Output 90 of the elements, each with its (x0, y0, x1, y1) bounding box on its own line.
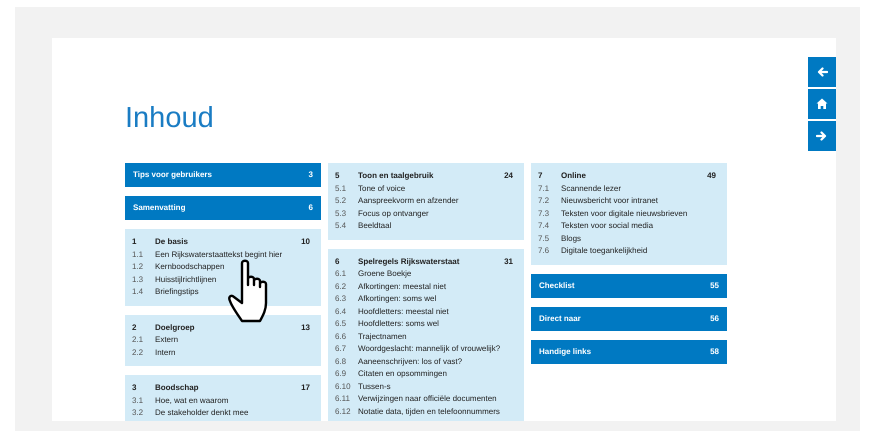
item-link[interactable]: Tone of voice (358, 182, 406, 195)
item-link[interactable]: Aanspreekvorm en afzender (358, 195, 458, 208)
item-number: 1.3 (132, 274, 144, 286)
toc-link[interactable]: Samenvatting 6 (125, 196, 321, 220)
item-number: 6.3 (335, 293, 348, 305)
section-link[interactable]: Spelregels Rijkswaterstaat (358, 256, 504, 268)
page-number: 49 (707, 170, 717, 182)
item-number: 7.3 (538, 208, 550, 220)
item-link[interactable]: Scannende lezer (561, 182, 622, 195)
item-number: 1.1 (132, 248, 144, 260)
home-button[interactable] (808, 89, 836, 119)
item-number: 3.2 (132, 407, 144, 419)
item-link[interactable]: Groene Boekje (358, 268, 412, 280)
item-link[interactable]: Teksten voor digitale nieuwsbrieven (561, 208, 688, 220)
item-number: 1.4 (132, 286, 144, 298)
section-number: 3 (132, 382, 138, 394)
item-number: 7.2 (538, 195, 550, 207)
item-number: 6.12 (335, 406, 352, 418)
item-number: 7.4 (538, 220, 550, 232)
section-link[interactable]: De basis (155, 236, 302, 248)
item-number: 6.7 (335, 343, 348, 355)
item-number: 5.1 (335, 182, 348, 194)
item-number: 5.4 (335, 220, 348, 232)
item-link[interactable]: Woordgeslacht: mannelijk of vrouwelijk? (358, 343, 500, 356)
back-arrow-icon (816, 66, 828, 78)
item-number: 5.2 (335, 195, 348, 207)
item-link[interactable]: Intern (155, 346, 176, 359)
section-number: 5 (335, 170, 340, 182)
item-link[interactable]: Focus op ontvanger (358, 208, 429, 220)
item-number: 7.1 (538, 182, 550, 194)
page-number: 10 (301, 236, 311, 248)
item-link[interactable]: Verwijzingen naar officiële documenten (358, 393, 497, 406)
item-number: 6.6 (335, 330, 348, 342)
item-link[interactable]: Briefingstips (155, 286, 199, 298)
item-link[interactable]: Notatie data, tijden en telefoonnummers (358, 406, 500, 418)
item-link[interactable]: Extern (155, 334, 178, 346)
item-number: 2.2 (132, 346, 144, 358)
back-button[interactable] (808, 57, 836, 87)
item-link[interactable]: Digitale toegankelijkheid (561, 245, 648, 258)
item-number: 6.2 (335, 280, 348, 292)
item-number: 6.4 (335, 306, 348, 318)
item-link[interactable]: Hoe, wat en waarom (155, 394, 228, 407)
toc-link[interactable]: Direct naar 56 (531, 306, 727, 330)
item-number: 6.1 (335, 268, 348, 280)
item-link[interactable]: Tussen-s (358, 380, 391, 393)
page-number: 24 (504, 170, 514, 182)
page-number: 13 (301, 322, 311, 334)
section-number: 7 (538, 170, 544, 182)
page-number: 17 (301, 382, 311, 394)
item-link[interactable]: Trajectnamen (358, 330, 407, 343)
item-link[interactable]: Hoofdletters: soms wel (358, 318, 439, 330)
toc-link[interactable]: Handige links 58 (531, 340, 727, 364)
item-number: 6.5 (335, 318, 348, 330)
item-link[interactable]: Een Rijkswaterstaattekst begint hier (155, 248, 282, 261)
item-link[interactable]: Nieuwsbericht voor intranet (561, 195, 658, 208)
item-number: 3.1 (132, 394, 144, 406)
item-number: 7.5 (538, 232, 550, 244)
item-link[interactable]: Afkortingen: meestal niet (358, 280, 446, 293)
home-icon (816, 98, 828, 110)
toc-link[interactable]: Checklist 55 (531, 274, 727, 298)
item-link[interactable]: De stakeholder denkt mee (155, 407, 248, 420)
item-number: 6.10 (335, 380, 352, 392)
forward-arrow-icon (816, 130, 828, 142)
section-number: 1 (132, 236, 138, 248)
item-number: 6.11 (335, 393, 351, 405)
item-number: 5.3 (335, 208, 348, 220)
section-number: 2 (132, 322, 138, 334)
item-link[interactable]: Huisstijlrichtlijnen (155, 274, 216, 286)
page-number: 31 (504, 256, 514, 268)
item-link[interactable]: Aaneenschrijven: los of vast? (358, 356, 462, 368)
item-link[interactable]: Beeldtaal (358, 220, 392, 232)
item-link[interactable]: Blogs (561, 232, 582, 245)
item-number: 7.6 (538, 245, 550, 257)
page-title: Inhoud (125, 104, 214, 133)
toc-link[interactable]: Tips voor gebruikers 3 (125, 163, 321, 187)
item-number: 6.9 (335, 368, 348, 380)
section-link[interactable]: Doelgroep (155, 322, 302, 334)
section-link[interactable]: Toon en taalgebruik (358, 170, 504, 182)
item-link[interactable]: Kernboodschappen (155, 261, 224, 274)
forward-button[interactable] (808, 121, 836, 151)
item-link[interactable]: Teksten voor social media (561, 220, 654, 232)
item-link[interactable]: Afkortingen: soms wel (358, 293, 436, 306)
section-link[interactable]: Boodschap (155, 382, 302, 394)
section-link[interactable]: Online (561, 170, 708, 182)
item-link[interactable]: Hoofdletters: meestal niet (358, 306, 449, 318)
item-number: 6.8 (335, 356, 348, 368)
item-number: 2.1 (132, 334, 144, 346)
item-link[interactable]: Citaten en opsommingen (358, 368, 447, 380)
section-number: 6 (335, 256, 340, 268)
item-number: 1.2 (132, 261, 144, 273)
